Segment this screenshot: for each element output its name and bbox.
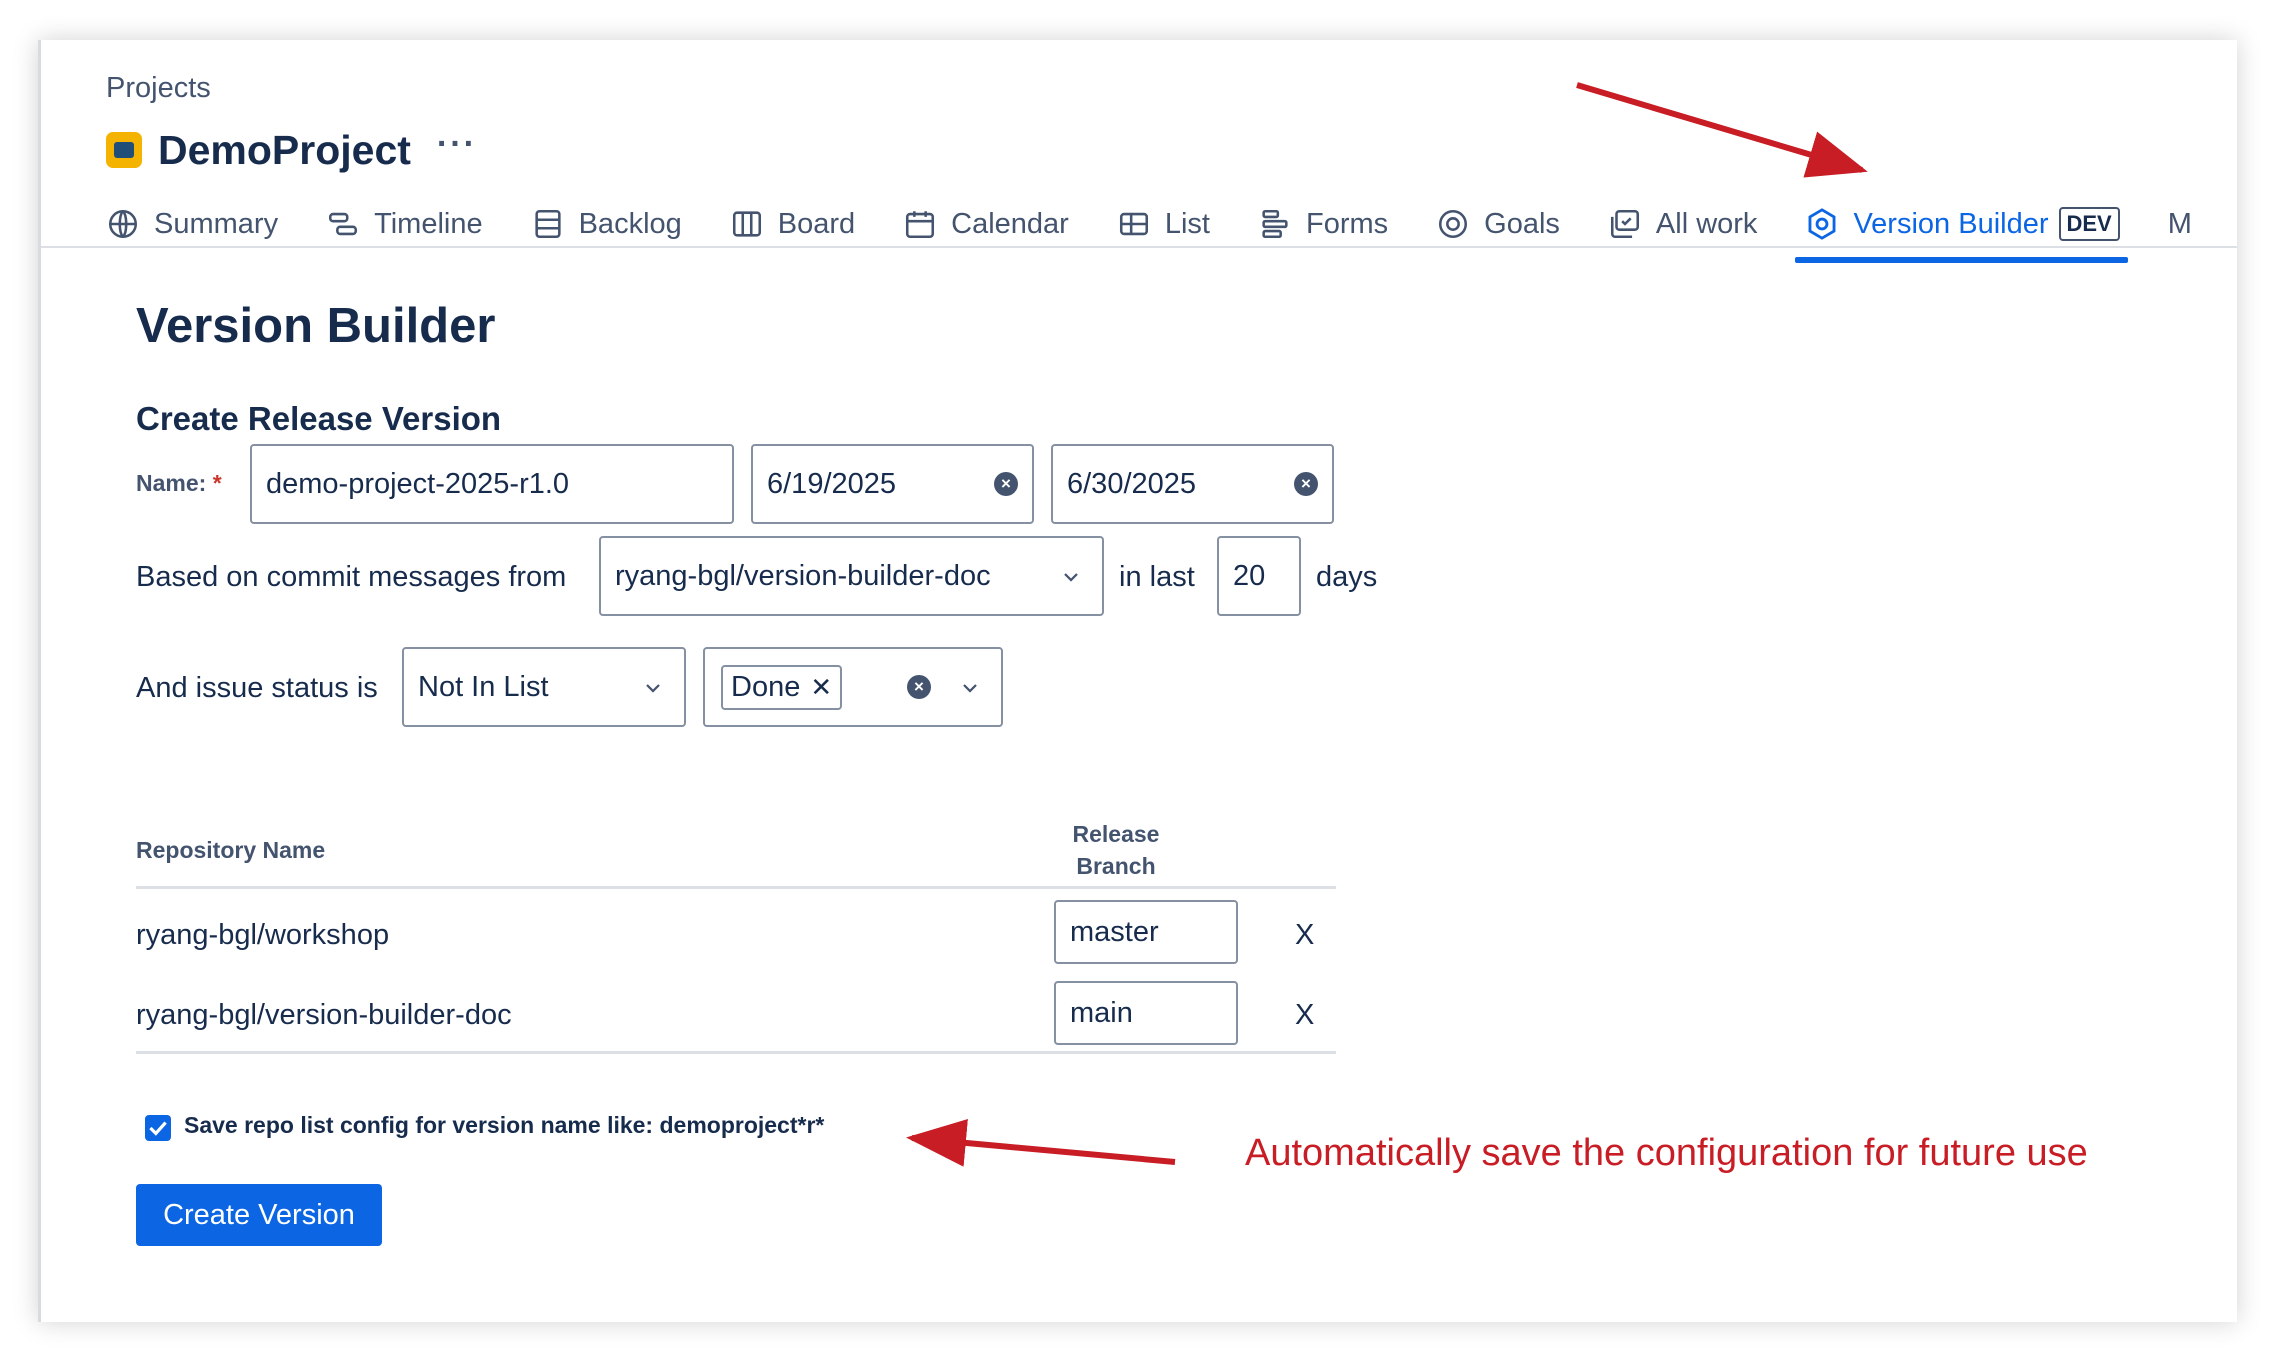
annotation-arrows: [906, 82, 1868, 1167]
arrow-to-version-builder-tab: [1576, 82, 1868, 178]
arrow-to-save-config: [906, 1119, 1176, 1167]
